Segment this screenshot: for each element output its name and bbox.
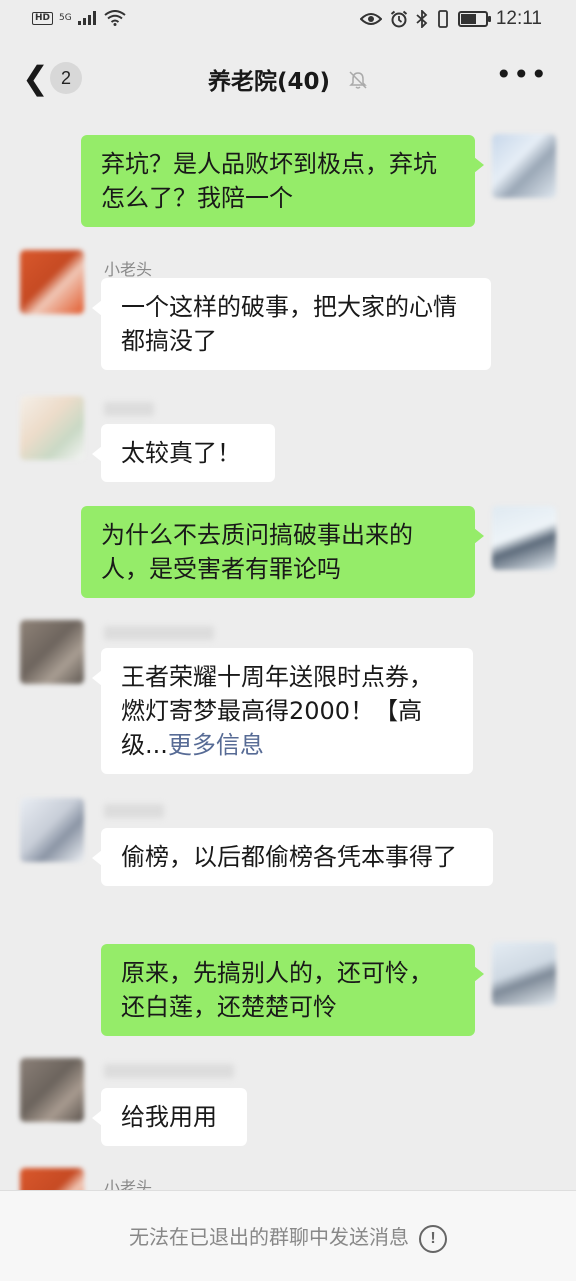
chat-messages[interactable]: 弃坑？是人品败坏到极点，弃坑怎么了？我陪一个 小老头 一个这样的破事，把大家的心… [0, 118, 576, 1190]
message-bubble-other[interactable]: 一个这样的破事，把大家的心情都搞没了 [92, 278, 491, 370]
avatar[interactable] [20, 1058, 84, 1122]
sender-name-redacted [104, 626, 214, 640]
avatar[interactable] [20, 1168, 84, 1190]
message-text: 偷榜，以后都偷榜各凭本事得了 [121, 843, 457, 871]
chat-header: ❮ 2 养老院(40) ••• [0, 40, 576, 118]
message-text: 给我用用 [121, 1103, 217, 1131]
exclamation-circle-icon[interactable]: ! [419, 1224, 447, 1253]
sender-name: 小老头 [104, 1178, 153, 1190]
bottom-bar: 无法在已退出的群聊中发送消息! [0, 1190, 576, 1281]
sender-name-redacted [104, 1064, 234, 1078]
signal-icon [77, 11, 96, 25]
avatar[interactable] [492, 134, 556, 198]
avatar[interactable] [20, 798, 84, 862]
status-bar: HD 5G 12:11 [0, 0, 576, 40]
avatar[interactable] [20, 620, 84, 684]
avatar[interactable] [492, 942, 556, 1006]
network-indicator: 5G [59, 12, 72, 23]
chat-title: 养老院(40) [207, 69, 330, 95]
message-bubble-other[interactable]: 给我用用 [92, 1088, 247, 1146]
alarm-icon [390, 10, 407, 28]
bell-off-icon [348, 70, 368, 95]
status-time: 12:11 [495, 8, 542, 29]
avatar[interactable] [20, 396, 84, 460]
chat-title-area: 养老院(40) [0, 62, 576, 96]
message-text: 太较真了！ [121, 439, 241, 467]
more-info-link[interactable]: 更多信息 [168, 731, 264, 759]
exited-notice-text: 无法在已退出的群聊中发送消息 [129, 1225, 409, 1249]
more-icon[interactable]: ••• [495, 58, 548, 91]
avatar[interactable] [492, 506, 556, 570]
exited-notice: 无法在已退出的群聊中发送消息! [0, 1221, 576, 1253]
message-text: 原来，先搞别人的，还可怜，还白莲，还楚楚可怜 [121, 959, 433, 1021]
battery-icon [457, 11, 491, 27]
sender-name: 小老头 [104, 260, 153, 279]
sender-name-redacted [104, 804, 164, 818]
message-text: 一个这样的破事，把大家的心情都搞没了 [121, 293, 457, 355]
message-bubble-self[interactable]: 弃坑？是人品败坏到极点，弃坑怎么了？我陪一个 [81, 135, 484, 227]
hd-indicator: HD [32, 11, 54, 25]
message-bubble-self[interactable]: 为什么不去质问搞破事出来的人，是受害者有罪论吗 [81, 506, 484, 598]
message-bubble-other[interactable]: 王者荣耀十周年送限时点券，燃灯寄梦最高得2000！【高级...更多信息 [92, 648, 473, 774]
vibrate-icon [437, 10, 448, 28]
sender-name-redacted [104, 402, 154, 416]
eye-icon [359, 13, 382, 25]
bluetooth-icon [416, 10, 428, 28]
message-bubble-self[interactable]: 原来，先搞别人的，还可怜，还白莲，还楚楚可怜 [101, 944, 484, 1036]
message-bubble-other[interactable]: 太较真了！ [92, 424, 275, 482]
avatar[interactable] [20, 250, 84, 314]
message-bubble-other[interactable]: 偷榜，以后都偷榜各凭本事得了 [92, 828, 493, 886]
message-text: 弃坑？是人品败坏到极点，弃坑怎么了？我陪一个 [101, 150, 437, 212]
message-text: 为什么不去质问搞破事出来的人，是受害者有罪论吗 [101, 521, 413, 583]
wifi-icon [104, 10, 126, 26]
